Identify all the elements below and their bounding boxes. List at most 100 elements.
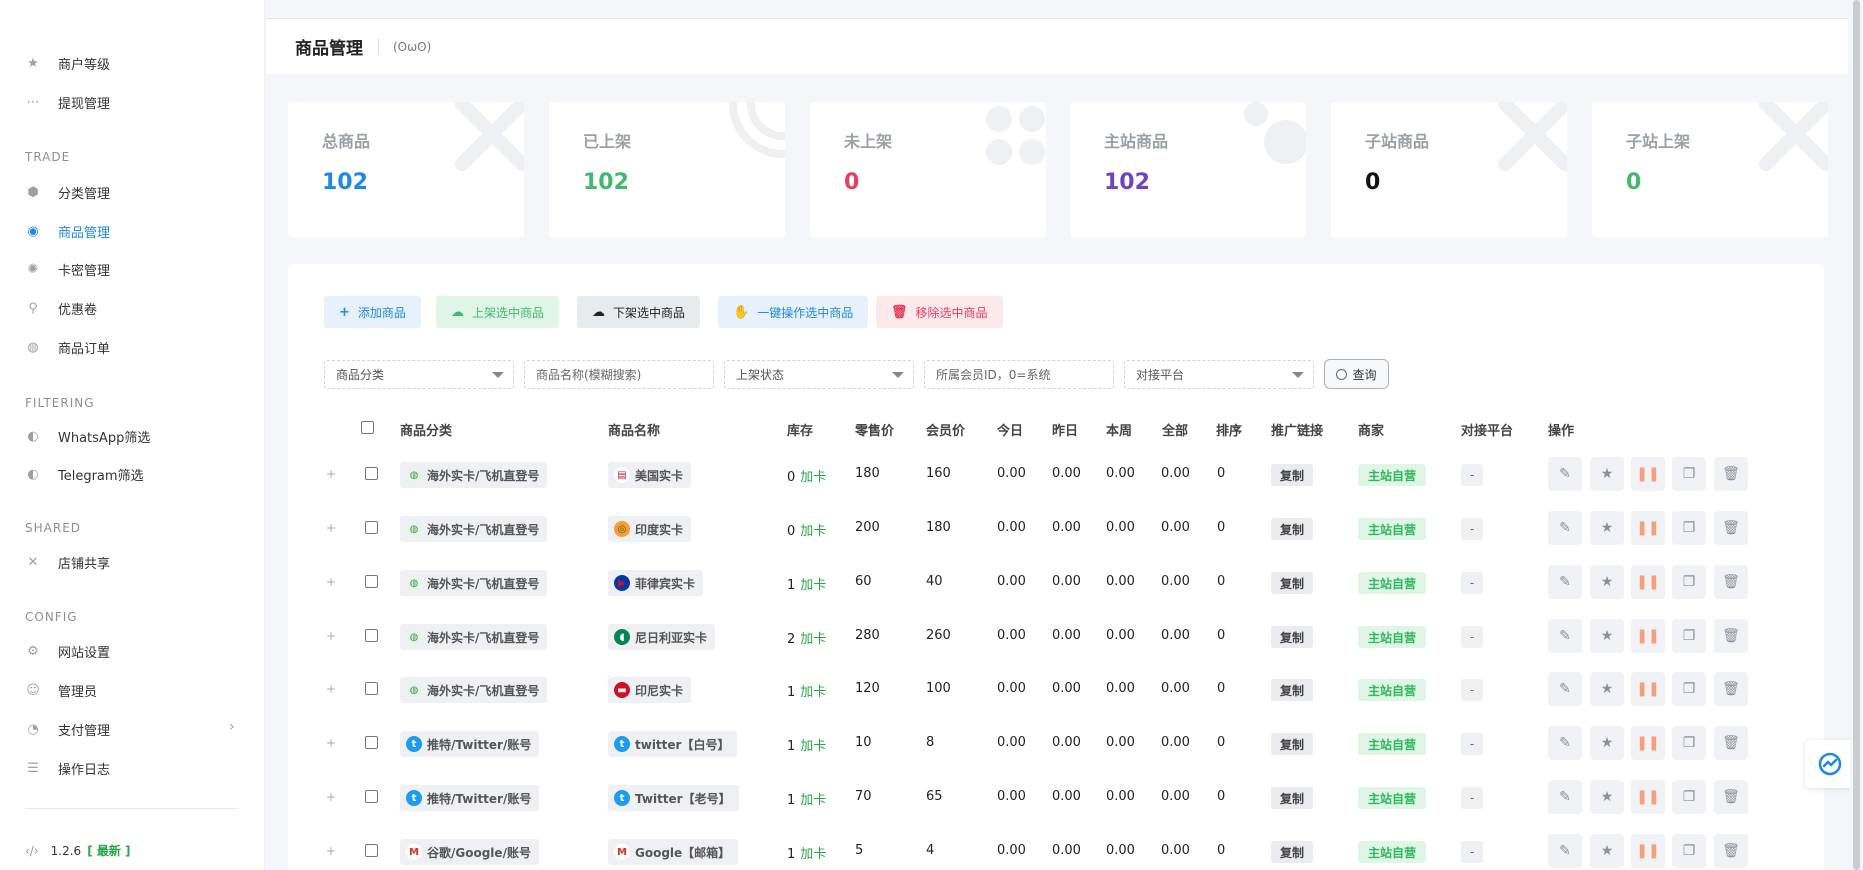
sidebar-item-merchant-level[interactable]: ★ 商户等级 [25, 51, 110, 75]
expand-row-button[interactable]: + [326, 790, 336, 804]
pause-button[interactable]: ❚❚ [1631, 780, 1665, 814]
expand-row-button[interactable]: + [326, 736, 336, 750]
sidebar-item-telegram[interactable]: ◐ Telegram筛选 [25, 462, 143, 486]
duplicate-button[interactable]: ❐ [1672, 457, 1706, 491]
page-scrollbar[interactable] [1850, 0, 1863, 870]
row-checkbox[interactable] [365, 844, 378, 857]
copy-link-button[interactable]: 复制 [1271, 841, 1314, 863]
delete-button[interactable]: 🗑 [1714, 511, 1748, 545]
delete-button[interactable]: 🗑 [1714, 619, 1748, 653]
favorite-button[interactable]: ★ [1590, 511, 1624, 545]
row-checkbox[interactable] [365, 575, 378, 588]
edit-button[interactable]: ✎ [1548, 780, 1582, 814]
batch-operate-button[interactable]: ✋ 一键操作选中商品 [718, 296, 869, 328]
add-card-link[interactable]: 加卡 [800, 578, 826, 593]
status-select[interactable]: 上架状态 [724, 360, 914, 389]
add-card-link[interactable]: 加卡 [800, 847, 826, 862]
copy-link-button[interactable]: 复制 [1271, 733, 1314, 755]
edit-button[interactable]: ✎ [1548, 672, 1582, 706]
select-all-checkbox[interactable] [361, 421, 374, 434]
sidebar-item-admins[interactable]: ☺ 管理员 [25, 678, 97, 702]
edit-button[interactable]: ✎ [1548, 565, 1582, 599]
duplicate-button[interactable]: ❐ [1672, 619, 1706, 653]
unlist-selected-button[interactable]: ☁ 下架选中商品 [577, 296, 701, 328]
search-button[interactable]: 查询 [1324, 359, 1389, 389]
expand-row-button[interactable]: + [326, 521, 336, 535]
pause-button[interactable]: ❚❚ [1631, 672, 1665, 706]
add-card-link[interactable]: 加卡 [800, 470, 826, 485]
row-checkbox[interactable] [365, 790, 378, 803]
add-card-link[interactable]: 加卡 [800, 524, 826, 539]
favorite-button[interactable]: ★ [1590, 457, 1624, 491]
support-float-button[interactable] [1805, 740, 1855, 788]
favorite-button[interactable]: ★ [1590, 619, 1624, 653]
product-name-input[interactable]: 商品名称(模糊搜索) [524, 360, 714, 389]
chevron-right-icon[interactable]: › [229, 719, 235, 735]
sidebar-item-cards[interactable]: ✺ 卡密管理 [25, 257, 110, 281]
add-card-link[interactable]: 加卡 [800, 739, 826, 754]
pause-button[interactable]: ❚❚ [1631, 726, 1665, 760]
duplicate-button[interactable]: ❐ [1672, 780, 1706, 814]
add-card-link[interactable]: 加卡 [800, 632, 826, 647]
favorite-button[interactable]: ★ [1590, 672, 1624, 706]
edit-button[interactable]: ✎ [1548, 511, 1582, 545]
sidebar-item-payment[interactable]: ◔ 支付管理 [25, 717, 110, 741]
row-checkbox[interactable] [365, 736, 378, 749]
member-id-input[interactable]: 所属会员ID，0=系统 [924, 360, 1114, 389]
platform-select[interactable]: 对接平台 [1124, 360, 1314, 389]
duplicate-button[interactable]: ❐ [1672, 511, 1706, 545]
duplicate-button[interactable]: ❐ [1672, 672, 1706, 706]
scrollbar-thumb[interactable] [1853, 0, 1860, 870]
edit-button[interactable]: ✎ [1548, 726, 1582, 760]
expand-row-button[interactable]: + [326, 575, 336, 589]
sidebar-item-coupons[interactable]: ⚲ 优惠卷 [25, 296, 97, 320]
delete-button[interactable]: 🗑 [1714, 457, 1748, 491]
pause-button[interactable]: ❚❚ [1631, 834, 1665, 868]
favorite-button[interactable]: ★ [1590, 834, 1624, 868]
sidebar-item-whatsapp[interactable]: ◐ WhatsApp筛选 [25, 424, 150, 448]
delete-button[interactable]: 🗑 [1714, 834, 1748, 868]
favorite-button[interactable]: ★ [1590, 726, 1624, 760]
remove-selected-button[interactable]: 🗑 移除选中商品 [876, 296, 1003, 328]
sidebar-item-category[interactable]: ⬢ 分类管理 [25, 180, 110, 204]
delete-button[interactable]: 🗑 [1714, 672, 1748, 706]
copy-link-button[interactable]: 复制 [1271, 518, 1314, 540]
duplicate-button[interactable]: ❐ [1672, 834, 1706, 868]
sidebar-item-products[interactable]: ◉ 商品管理 [25, 219, 110, 243]
delete-button[interactable]: 🗑 [1714, 780, 1748, 814]
duplicate-button[interactable]: ❐ [1672, 726, 1706, 760]
list-selected-button[interactable]: ☁ 上架选中商品 [436, 296, 560, 328]
row-checkbox[interactable] [365, 682, 378, 695]
expand-row-button[interactable]: + [326, 682, 336, 696]
copy-link-button[interactable]: 复制 [1271, 679, 1314, 701]
sidebar-item-site-settings[interactable]: ⚙ 网站设置 [25, 639, 110, 663]
expand-row-button[interactable]: + [326, 844, 336, 858]
row-checkbox[interactable] [365, 467, 378, 480]
pause-button[interactable]: ❚❚ [1631, 619, 1665, 653]
favorite-button[interactable]: ★ [1590, 565, 1624, 599]
add-product-button[interactable]: + 添加商品 [324, 296, 421, 328]
pause-button[interactable]: ❚❚ [1631, 457, 1665, 491]
add-card-link[interactable]: 加卡 [800, 793, 826, 808]
expand-row-button[interactable]: + [326, 467, 336, 481]
delete-button[interactable]: 🗑 [1714, 726, 1748, 760]
pause-button[interactable]: ❚❚ [1631, 511, 1665, 545]
edit-button[interactable]: ✎ [1548, 619, 1582, 653]
copy-link-button[interactable]: 复制 [1271, 626, 1314, 648]
version-latest-badge[interactable]: [ 最新 ] [87, 842, 130, 859]
sidebar-item-orders[interactable]: ◍ 商品订单 [25, 335, 110, 359]
favorite-button[interactable]: ★ [1590, 780, 1624, 814]
copy-link-button[interactable]: 复制 [1271, 464, 1314, 486]
row-checkbox[interactable] [365, 521, 378, 534]
sidebar-item-withdraw[interactable]: ⋯ 提现管理 [25, 90, 111, 114]
add-card-link[interactable]: 加卡 [800, 685, 826, 700]
copy-link-button[interactable]: 复制 [1271, 787, 1314, 809]
edit-button[interactable]: ✎ [1548, 457, 1582, 491]
category-select[interactable]: 商品分类 [324, 360, 514, 389]
copy-link-button[interactable]: 复制 [1271, 572, 1314, 594]
sidebar-item-shop-share[interactable]: ✕ 店铺共享 [25, 550, 110, 574]
delete-button[interactable]: 🗑 [1714, 565, 1748, 599]
sidebar-item-logs[interactable]: ☰ 操作日志 [25, 756, 110, 780]
row-checkbox[interactable] [365, 629, 378, 642]
pause-button[interactable]: ❚❚ [1631, 565, 1665, 599]
